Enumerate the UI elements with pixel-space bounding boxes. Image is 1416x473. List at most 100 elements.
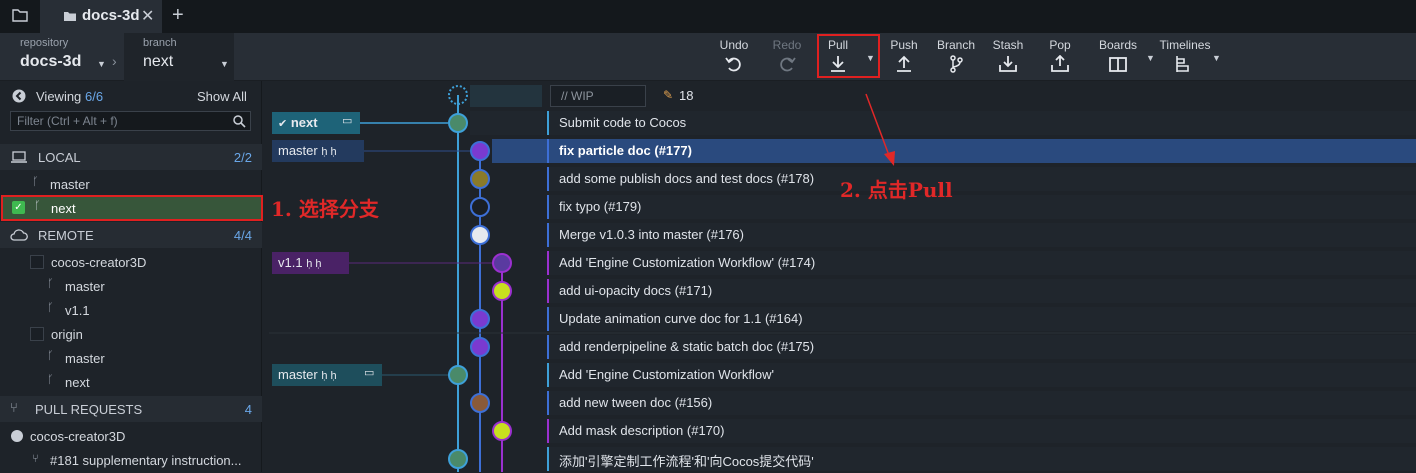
remote-branch-next[interactable]: ᚴ next <box>0 370 262 394</box>
boards-button[interactable]: Boards <box>1098 33 1138 81</box>
undo-button[interactable]: Undo <box>716 33 752 81</box>
local-section-header[interactable]: LOCAL 2/2 <box>0 144 262 170</box>
filter-input[interactable]: Filter (Ctrl + Alt + f) <box>10 111 251 131</box>
redo-button[interactable]: Redo <box>769 33 805 81</box>
back-arrow-icon[interactable] <box>12 89 26 103</box>
pull-request-icon: ⑂ <box>10 400 18 415</box>
commit-message[interactable]: fix typo (#179) <box>547 195 1416 219</box>
pop-button[interactable]: Pop <box>1042 33 1078 81</box>
stash-button[interactable]: Stash <box>990 33 1026 81</box>
timelines-caret-icon[interactable]: ▼ <box>1212 53 1221 63</box>
close-icon[interactable]: ✕ <box>141 6 154 26</box>
commit-message[interactable]: Merge v1.0.3 into master (#176) <box>547 223 1416 247</box>
sidebar-item-local-master[interactable]: ᚴ master <box>0 172 262 196</box>
branch-button[interactable]: Branch <box>934 33 978 81</box>
wip-summary-input[interactable]: // WIP <box>550 85 646 107</box>
commit-message[interactable]: Update animation curve doc for 1.1 (#164… <box>547 307 1416 331</box>
commit-row[interactable]: v1.1 ḥ ḥ Add 'Engine Customization Workf… <box>263 249 1416 277</box>
commit-row[interactable]: add renderpipeline & static batch doc (#… <box>263 333 1416 361</box>
commit-row[interactable]: add ui-opacity docs (#171) <box>263 277 1416 305</box>
timelines-button[interactable]: Timelines <box>1158 33 1212 81</box>
push-label: Push <box>890 38 918 52</box>
branch-icon: ᚴ <box>47 350 54 362</box>
undo-icon <box>725 57 741 72</box>
github-icon <box>11 430 23 442</box>
branch-selector[interactable]: branch next ▼ <box>124 33 234 81</box>
remote-avatar <box>30 327 44 341</box>
remote-item-origin[interactable]: origin <box>0 322 262 346</box>
pull-request-repo-name: cocos-creator3D <box>30 429 126 444</box>
show-all-button[interactable]: Show All <box>197 89 247 104</box>
redo-icon <box>780 57 796 72</box>
branch-icon <box>950 55 963 73</box>
commit-message[interactable]: Add 'Engine Customization Workflow' <box>547 363 1416 387</box>
pull-request-item[interactable]: ⑂ #181 supplementary instruction... <box>0 448 262 472</box>
commit-row[interactable]: Add mask description (#170) <box>263 417 1416 445</box>
boards-label: Boards <box>1098 38 1138 52</box>
commit-row[interactable]: Update animation curve doc for 1.1 (#164… <box>263 305 1416 333</box>
repository-selector[interactable]: repository docs-3d ▼ › <box>0 33 122 81</box>
commit-message[interactable]: add ui-opacity docs (#171) <box>547 279 1416 303</box>
avatar <box>492 253 512 273</box>
commit-message[interactable]: add renderpipeline & static batch doc (#… <box>547 335 1416 359</box>
pull-requests-section-header[interactable]: ⑂ PULL REQUESTS 4 <box>0 396 262 422</box>
commit-row[interactable]: master ḥ ḥ fix particle doc (#177) <box>263 137 1416 165</box>
branch-label: branch <box>143 37 177 49</box>
commit-message[interactable]: fix particle doc (#177) <box>547 139 1416 163</box>
pull-request-repo[interactable]: cocos-creator3D <box>0 424 262 448</box>
push-button[interactable]: Push <box>886 33 922 81</box>
folder-icon[interactable] <box>12 8 28 22</box>
remote-count: 4/4 <box>233 228 252 243</box>
stash-label: Stash <box>992 38 1024 52</box>
pull-request-icon: ⑂ <box>32 453 39 465</box>
commit-message-text: Update animation curve doc for 1.1 (#164… <box>559 311 803 326</box>
commit-row[interactable]: ✔ next ▭ Submit code to Cocos <box>263 109 1416 137</box>
remote-label: REMOTE <box>38 228 94 243</box>
branch-button-label: Branch <box>936 38 976 52</box>
branch-name: master <box>65 351 105 366</box>
branch-name: v1.1 <box>65 303 90 318</box>
remote-item-cocos-creator3d[interactable]: cocos-creator3D <box>0 250 262 274</box>
new-tab-button[interactable]: + <box>172 4 184 27</box>
commit-row[interactable]: add new tween doc (#156) <box>263 389 1416 417</box>
sidebar-item-local-next[interactable]: ✓ ᚴ next <box>1 195 263 221</box>
wip-row[interactable]: // WIP ✎ 18 <box>263 81 1416 109</box>
branch-name: master <box>65 279 105 294</box>
branch-tag-master[interactable]: master ḥ ḥ <box>272 140 364 162</box>
remote-branch-master[interactable]: ᚴ master <box>0 346 262 370</box>
remote-branch-master[interactable]: ᚴ master <box>0 274 262 298</box>
pull-highlight-box <box>817 34 880 78</box>
commit-message[interactable]: 添加'引擎定制工作流程'和'向Cocos提交代码' <box>547 447 1416 471</box>
cloud-icon <box>10 229 28 241</box>
commit-row[interactable]: master ḥ ḥ ▭ Add 'Engine Customization W… <box>263 361 1416 389</box>
tab-title: docs-3d <box>82 7 140 24</box>
search-icon <box>233 115 246 128</box>
remote-section-header[interactable]: REMOTE 4/4 <box>0 222 262 248</box>
ref-label: v1.1 <box>278 255 303 270</box>
commit-message-text: Add 'Engine Customization Workflow' (#17… <box>559 255 816 270</box>
toolbar: repository docs-3d ▼ › branch next ▼ Und… <box>0 33 1416 81</box>
commit-row[interactable]: 添加'引擎定制工作流程'和'向Cocos提交代码' <box>263 445 1416 473</box>
tab-docs-3d[interactable]: docs-3d ✕ <box>40 0 162 33</box>
wip-count: 18 <box>679 88 694 103</box>
branch-tag-v1-1[interactable]: v1.1 ḥ ḥ <box>272 252 349 274</box>
remote-branch-v1-1[interactable]: ᚴ v1.1 <box>0 298 262 322</box>
branch-tag-master[interactable]: master ḥ ḥ ▭ <box>272 364 382 386</box>
pencil-icon: ✎ <box>663 88 674 102</box>
commit-row[interactable]: Merge v1.0.3 into master (#176) <box>263 221 1416 249</box>
wip-placeholder: // WIP <box>561 89 594 103</box>
commit-message[interactable]: Submit code to Cocos <box>547 111 1416 135</box>
boards-caret-icon[interactable]: ▼ <box>1146 53 1155 63</box>
commit-message[interactable]: add new tween doc (#156) <box>547 391 1416 415</box>
laptop-icon: ▭ <box>342 115 353 127</box>
commit-message[interactable]: Add 'Engine Customization Workflow' (#17… <box>547 251 1416 275</box>
commit-message-text: Add mask description (#170) <box>559 423 725 438</box>
commit-message[interactable]: add some publish docs and test docs (#17… <box>547 167 1416 191</box>
commit-message-text: add renderpipeline & static batch doc (#… <box>559 339 815 354</box>
branch-tag-next[interactable]: ✔ next ▭ <box>272 112 360 134</box>
remote-name: origin <box>51 327 83 342</box>
commit-message[interactable]: Add mask description (#170) <box>547 419 1416 443</box>
branch-name: next <box>143 53 174 70</box>
repository-name: docs-3d <box>20 53 82 70</box>
remote-avatars-icon: ḥ ḥ <box>306 258 322 270</box>
